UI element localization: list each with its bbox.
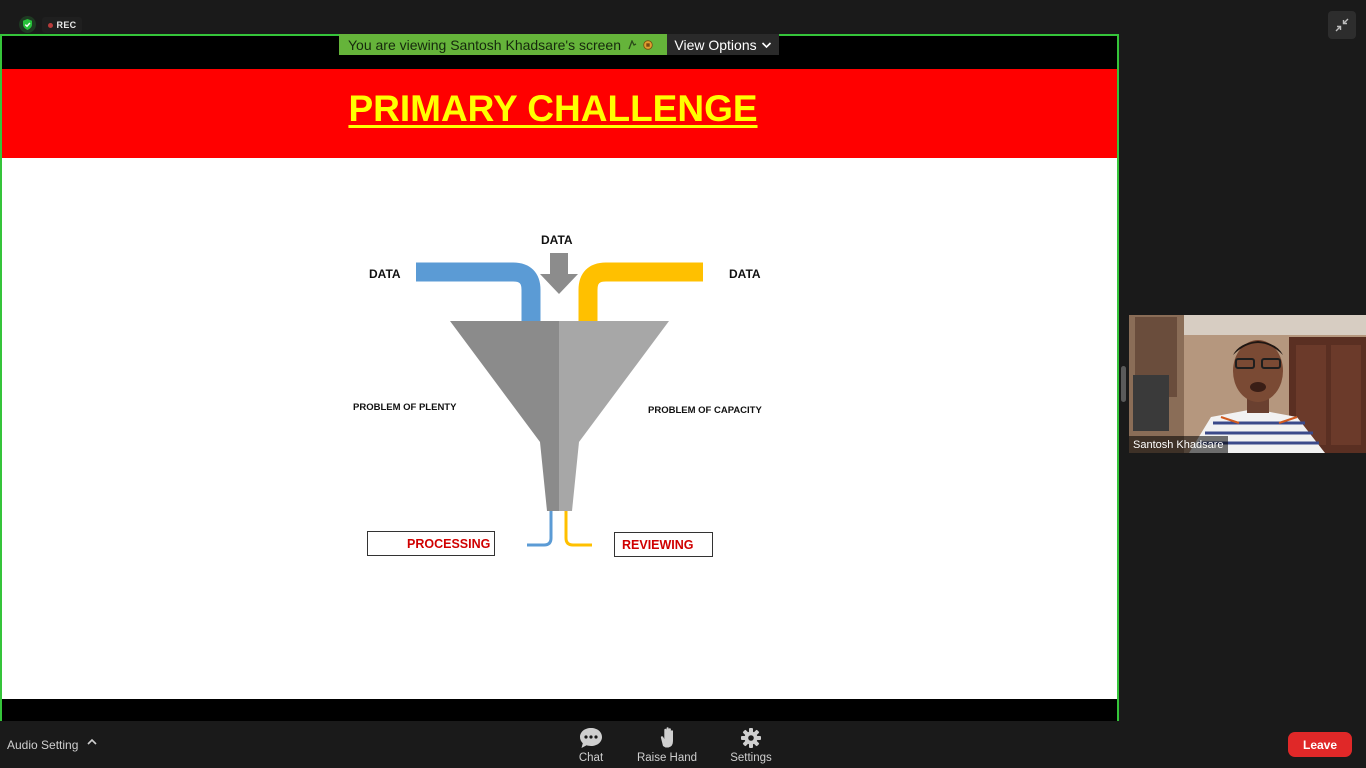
chevron-down-icon — [761, 41, 771, 48]
data-down-arrow — [540, 253, 578, 294]
left-data-pipe — [416, 262, 541, 325]
chevron-up-icon[interactable] — [85, 735, 99, 749]
raise-hand-icon — [660, 727, 673, 748]
top-bar: REC — [0, 0, 1366, 39]
gear-icon — [741, 728, 761, 748]
problem-of-capacity-label: PROBLEM OF CAPACITY — [648, 405, 762, 416]
shield-check-icon[interactable] — [19, 16, 36, 33]
right-output-pipe — [564, 511, 592, 547]
problem-of-plenty-label: PROBLEM OF PLENTY — [353, 402, 457, 413]
panel-resize-handle[interactable] — [1121, 366, 1126, 402]
viewing-screen-text: You are viewing Santosh Khadsare's scree… — [348, 36, 621, 53]
data-label-right: DATA — [729, 267, 761, 281]
chat-icon — [580, 728, 602, 748]
raise-hand-label: Raise Hand — [636, 752, 698, 764]
reviewing-box: REVIEWING — [614, 532, 713, 557]
presentation-slide: PRIMARY CHALLENGE DATA DATA DATA PROBLEM… — [2, 69, 1117, 699]
view-options-label: View Options — [674, 36, 757, 53]
data-label-top: DATA — [541, 233, 573, 247]
exit-fullscreen-button[interactable] — [1328, 11, 1356, 39]
settings-label: Settings — [730, 752, 772, 764]
funnel-diagram — [416, 253, 703, 547]
participant-name-tag: Santosh Khadsare — [1129, 436, 1228, 453]
settings-button[interactable]: Settings — [711, 726, 791, 764]
recording-dot-icon — [47, 22, 53, 28]
stop-remote-control-icon[interactable] — [643, 39, 653, 50]
participant-video[interactable] — [1129, 315, 1366, 453]
raise-hand-button[interactable]: Raise Hand — [627, 726, 707, 764]
audio-setting-button[interactable]: Audio Setting — [7, 738, 78, 752]
recording-label: REC — [56, 20, 77, 30]
reviewing-label: REVIEWING — [622, 537, 694, 552]
participant-video-feed — [1129, 315, 1366, 453]
recording-indicator[interactable]: REC — [42, 17, 82, 33]
view-options-menu[interactable]: View Options — [667, 34, 779, 55]
processing-box: PROCESSING — [367, 531, 495, 556]
remote-control-icon[interactable] — [627, 39, 637, 50]
chat-label: Chat — [578, 752, 604, 764]
chat-button[interactable]: Chat — [551, 726, 631, 764]
leave-button[interactable]: Leave — [1288, 732, 1352, 757]
funnel-right-half — [559, 321, 669, 511]
processing-label: PROCESSING — [407, 536, 491, 551]
left-output-pipe — [527, 511, 553, 547]
exit-fullscreen-icon — [1335, 18, 1349, 32]
right-data-pipe — [578, 262, 703, 325]
funnel-left-half — [450, 321, 559, 511]
viewing-screen-banner: You are viewing Santosh Khadsare's scree… — [339, 34, 667, 55]
data-label-left: DATA — [369, 267, 401, 281]
